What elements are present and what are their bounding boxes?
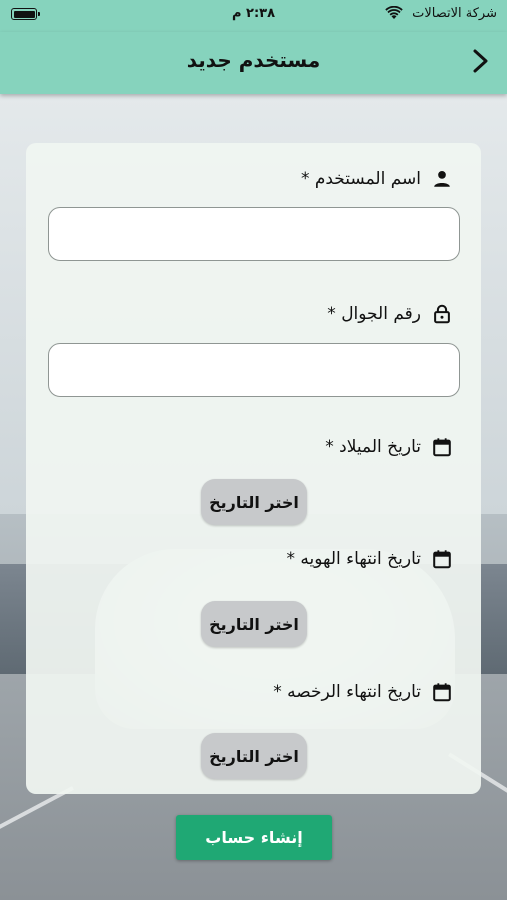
create-account-button[interactable]: إنشاء حساب — [176, 815, 332, 860]
username-input[interactable] — [48, 207, 460, 261]
person-icon — [434, 171, 450, 187]
status-bar: ٢:٣٨ م شركة الاتصالات — [0, 0, 507, 32]
chevron-right-icon[interactable] — [465, 46, 495, 76]
username-label-text: اسم المستخدم * — [300, 169, 421, 189]
nav-bar: مستخدم جديد — [0, 32, 507, 94]
mobile-label: رقم الجوال * — [327, 300, 453, 328]
license-expiry-label-text: تاريخ انتهاء الرخصه * — [273, 682, 421, 702]
birth-date-label-text: تاريخ الميلاد * — [325, 437, 421, 457]
username-label: اسم المستخدم * — [301, 165, 453, 193]
registration-form: اسم المستخدم * رقم الجوال * تاريخ الميلا… — [26, 143, 481, 794]
license-expiry-picker-button[interactable]: اختر التاريخ — [201, 733, 307, 779]
wifi-icon — [385, 6, 403, 19]
id-expiry-label: تاريخ انتهاء الهويه * — [287, 545, 454, 573]
calendar-icon — [433, 438, 451, 457]
mobile-input[interactable] — [48, 343, 460, 397]
calendar-icon — [433, 683, 451, 702]
birth-date-picker-button[interactable]: اختر التاريخ — [201, 479, 307, 525]
lock-icon — [434, 304, 450, 324]
id-expiry-label-text: تاريخ انتهاء الهويه * — [286, 549, 422, 569]
license-expiry-label: تاريخ انتهاء الرخصه * — [273, 678, 453, 706]
calendar-icon — [433, 550, 451, 569]
mobile-label-text: رقم الجوال * — [327, 304, 421, 324]
birth-date-label: تاريخ الميلاد * — [325, 433, 453, 461]
carrier-name: شركة الاتصالات — [412, 6, 497, 21]
id-expiry-picker-button[interactable]: اختر التاريخ — [201, 601, 307, 647]
page-title: مستخدم جديد — [186, 48, 321, 72]
